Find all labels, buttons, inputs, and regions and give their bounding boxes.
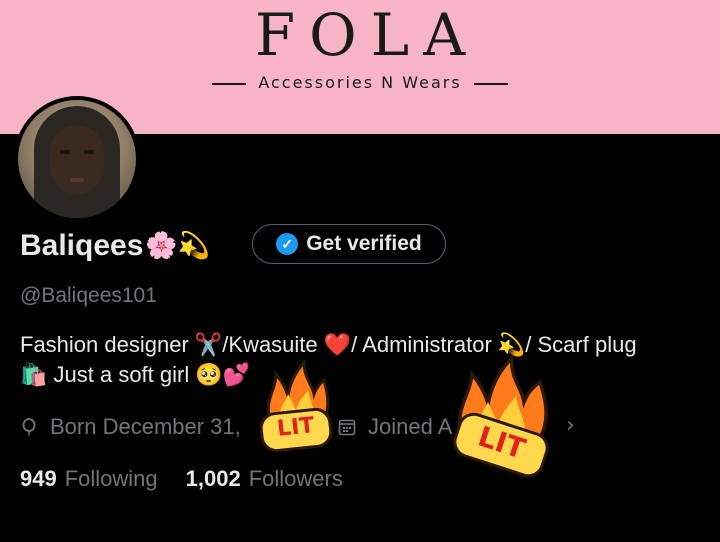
lit-sticker-1-label: LIT [258,406,334,454]
avatar-eye-right [84,150,94,154]
avatar[interactable] [14,96,140,222]
avatar-photo [18,100,136,218]
get-verified-label: Get verified [306,232,422,255]
avatar-eye-left [60,150,70,154]
followers-link[interactable]: 1,002 Followers [186,466,343,492]
balloon-icon [22,418,36,436]
follow-stats: 949 Following 1,002 Followers [20,464,343,494]
followers-count: 1,002 [185,466,241,491]
birthday-text: Born December 31, [50,414,241,439]
chevron-right-icon[interactable]: › [566,412,575,442]
get-verified-button[interactable]: ✓ Get verified [252,224,446,264]
following-count: 949 [20,466,57,491]
following-label: Following [64,466,158,491]
banner-tagline: Accessories N Wears [258,73,462,92]
name-emojis: 🌸💫 [145,231,211,261]
followers-label: Followers [248,466,343,491]
banner-brand-title: FOLA [254,1,480,69]
tagline-dash-right [473,82,508,85]
lit-sticker-1: LIT [258,360,334,454]
user-handle: @Baliqees101 [20,284,157,307]
bio-line-2: 🛍️ Just a soft girl 🥺💕 [20,362,251,387]
birthday-item: Born December 31, [20,414,241,440]
avatar-mouth [70,178,84,182]
verified-badge-icon: ✓ [276,233,299,255]
profile-meta-row: Born December 31, Joined A [20,412,452,442]
lit-sticker-2: LIT [448,356,558,482]
display-name-row: Baliqees 🌸💫 [20,226,210,266]
calendar-icon [338,419,356,436]
avatar-face [50,126,104,194]
display-name: Baliqees [20,229,144,262]
banner-tagline-row: Accessories N Wears [0,72,720,94]
joined-text: Joined A [368,414,453,439]
bio: Fashion designer ✂️/Kwasuite ❤️/ Adminis… [20,330,710,390]
bio-line-1: Fashion designer ✂️/Kwasuite ❤️/ Adminis… [20,332,637,357]
following-link[interactable]: 949 Following [20,466,158,492]
joined-item: Joined A [338,412,452,442]
tagline-dash-left [212,82,247,85]
